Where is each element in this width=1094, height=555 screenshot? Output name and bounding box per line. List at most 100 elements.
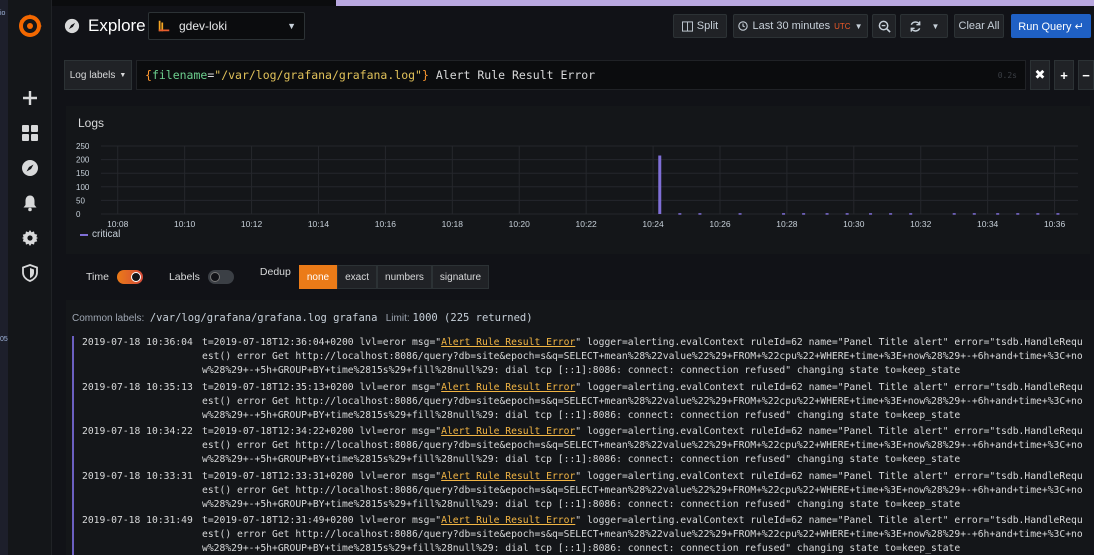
chart-x-tick-label: 10:34	[977, 219, 999, 229]
dedup-exact-button[interactable]: exact	[337, 265, 378, 289]
remove-query-button[interactable]: ✖	[1030, 60, 1050, 90]
chart-x-tick-label: 10:16	[375, 219, 397, 229]
split-label: Split	[696, 20, 719, 32]
chart-x-tick-label: 10:08	[107, 219, 129, 229]
log-timestamp: 2019-07-18 10:33:31	[82, 470, 193, 482]
log-match-highlight: Alert Rule Result Error	[441, 470, 576, 482]
caret-down-icon: ▼	[931, 21, 940, 31]
log-row[interactable]: 2019-07-18 10:33:31 t=2019-07-18T12:33:3…	[72, 469, 1088, 514]
query-input[interactable]: {filename = "/var/log/grafana/grafana.log"…	[136, 60, 1026, 90]
chart-bar[interactable]	[802, 213, 806, 215]
zoom-out-button[interactable]	[872, 14, 896, 38]
query-open-brace: {	[145, 68, 152, 82]
remove-row-button[interactable]: −	[1078, 60, 1094, 90]
add-query-button[interactable]: +	[1054, 60, 1074, 90]
log-match-highlight: Alert Rule Result Error	[441, 381, 576, 393]
chart-bar[interactable]	[1056, 213, 1060, 215]
apps-icon[interactable]	[18, 121, 42, 145]
panel-title: Logs	[78, 116, 105, 130]
legend-swatch	[80, 233, 88, 236]
log-row[interactable]: 2019-07-18 10:31:49 t=2019-07-18T12:31:4…	[72, 514, 1088, 555]
compass-icon[interactable]	[18, 156, 42, 180]
dedup-signature-button[interactable]: signature	[431, 265, 490, 289]
chart-x-tick-label: 10:30	[843, 219, 865, 229]
minus-icon: −	[1082, 67, 1090, 83]
chart-bar[interactable]	[996, 213, 1000, 215]
datasource-picker[interactable]: gdev-loki ▼	[148, 12, 305, 40]
chart-bar[interactable]	[869, 213, 873, 215]
labels-toggle-label: Labels	[168, 271, 200, 283]
time-range-picker[interactable]: Last 30 minutes UTC ▼	[733, 14, 868, 38]
chart-bar[interactable]	[889, 213, 893, 215]
log-row[interactable]: 2019-07-18 10:36:04 t=2019-07-18T12:36:0…	[72, 336, 1088, 381]
query-row: Log labels ▼ {filename = "/var/log/grafana…	[64, 60, 1094, 90]
chart-x-tick-label: 10:32	[910, 219, 932, 229]
chart-legend[interactable]: critical	[80, 229, 120, 240]
log-message-prefix: t=2019-07-18T12:33:31+0200 lvl=eror msg=…	[202, 470, 442, 482]
common-labels: Common labels: /var/log/grafana/grafana.…	[72, 312, 533, 324]
toggle-knob	[130, 272, 141, 282]
chart-bar[interactable]	[738, 213, 742, 215]
chart-bar[interactable]	[782, 213, 786, 215]
chart-bar[interactable]	[845, 213, 849, 215]
chart-bar[interactable]	[678, 213, 682, 215]
labels-toggle[interactable]	[207, 270, 234, 284]
chart-y-tick-label: 150	[76, 169, 90, 178]
sidebar	[8, 0, 52, 555]
chart-bar[interactable]	[1016, 213, 1020, 215]
run-query-button[interactable]: Run Query ↵	[1011, 14, 1091, 38]
query-filter-text: Alert Rule Result Error	[428, 68, 596, 82]
dedup-numbers-button[interactable]: numbers	[377, 265, 432, 289]
chart-y-tick-label: 200	[76, 156, 90, 165]
desktop-mark: 05	[0, 336, 8, 343]
chart-bar[interactable]	[909, 213, 913, 215]
toggle-knob	[209, 272, 220, 282]
chart-bar[interactable]	[698, 213, 702, 215]
shield-icon[interactable]	[18, 261, 42, 285]
refresh-picker[interactable]: ▼	[900, 14, 948, 38]
chart-x-tick-label: 10:20	[509, 219, 531, 229]
dedup-none-button[interactable]: none	[298, 265, 338, 289]
datasource-name: gdev-loki	[179, 19, 228, 33]
log-timestamp: 2019-07-18 10:35:13	[82, 381, 193, 393]
chart-bar[interactable]	[825, 213, 829, 215]
chart-x-tick-label: 10:10	[174, 219, 196, 229]
log-labels-button[interactable]: Log labels ▼	[64, 60, 132, 90]
log-row[interactable]: 2019-07-18 10:34:22 t=2019-07-18T12:34:2…	[72, 425, 1088, 470]
caret-down-icon: ▼	[854, 21, 863, 31]
grafana-logo-icon[interactable]	[16, 12, 44, 40]
plus-icon: +	[1060, 67, 1068, 83]
query-duration-hint: 0.2s	[997, 70, 1017, 80]
desktop-background-strip: io 05	[0, 0, 8, 555]
zoom-out-icon	[878, 20, 891, 33]
chart-x-tick-label: 10:18	[442, 219, 464, 229]
chart-bar[interactable]	[952, 213, 956, 215]
chart-x-tick-label: 10:22	[576, 219, 598, 229]
chart-bar[interactable]	[658, 155, 662, 214]
log-match-highlight: Alert Rule Result Error	[441, 515, 576, 526]
page-title: Explore	[64, 16, 146, 36]
time-toggle[interactable]	[116, 270, 143, 284]
clear-all-button[interactable]: Clear All	[954, 14, 1004, 38]
chart-bar[interactable]	[972, 213, 976, 215]
chart-x-tick-label: 10:36	[1044, 219, 1066, 229]
log-row[interactable]: 2019-07-18 10:35:13 t=2019-07-18T12:35:1…	[72, 380, 1088, 425]
limit-label: Limit:	[385, 313, 410, 324]
gear-icon[interactable]	[18, 226, 42, 250]
chart-x-tick-label: 10:26	[709, 219, 731, 229]
bell-icon[interactable]	[18, 191, 42, 215]
log-message: t=2019-07-18T12:31:49+0200 lvl=eror msg=…	[202, 514, 1084, 555]
query-close-brace: }	[421, 68, 429, 82]
close-icon: ✖	[1034, 67, 1046, 82]
log-timestamp: 2019-07-18 10:34:22	[82, 426, 193, 437]
plus-icon[interactable]	[18, 86, 42, 110]
split-button[interactable]: Split	[673, 14, 727, 38]
chart-y-tick-label: 0	[76, 210, 81, 219]
common-labels-label: Common labels:	[72, 313, 145, 324]
chart-bar[interactable]	[1036, 213, 1040, 215]
log-timestamp: 2019-07-18 10:36:04	[82, 337, 193, 348]
desktop-mark: io	[0, 10, 6, 17]
log-match-highlight: Alert Rule Result Error	[441, 337, 576, 348]
chart-y-tick-label: 250	[76, 142, 90, 151]
run-query-label: Run Query ↵	[1018, 20, 1084, 33]
